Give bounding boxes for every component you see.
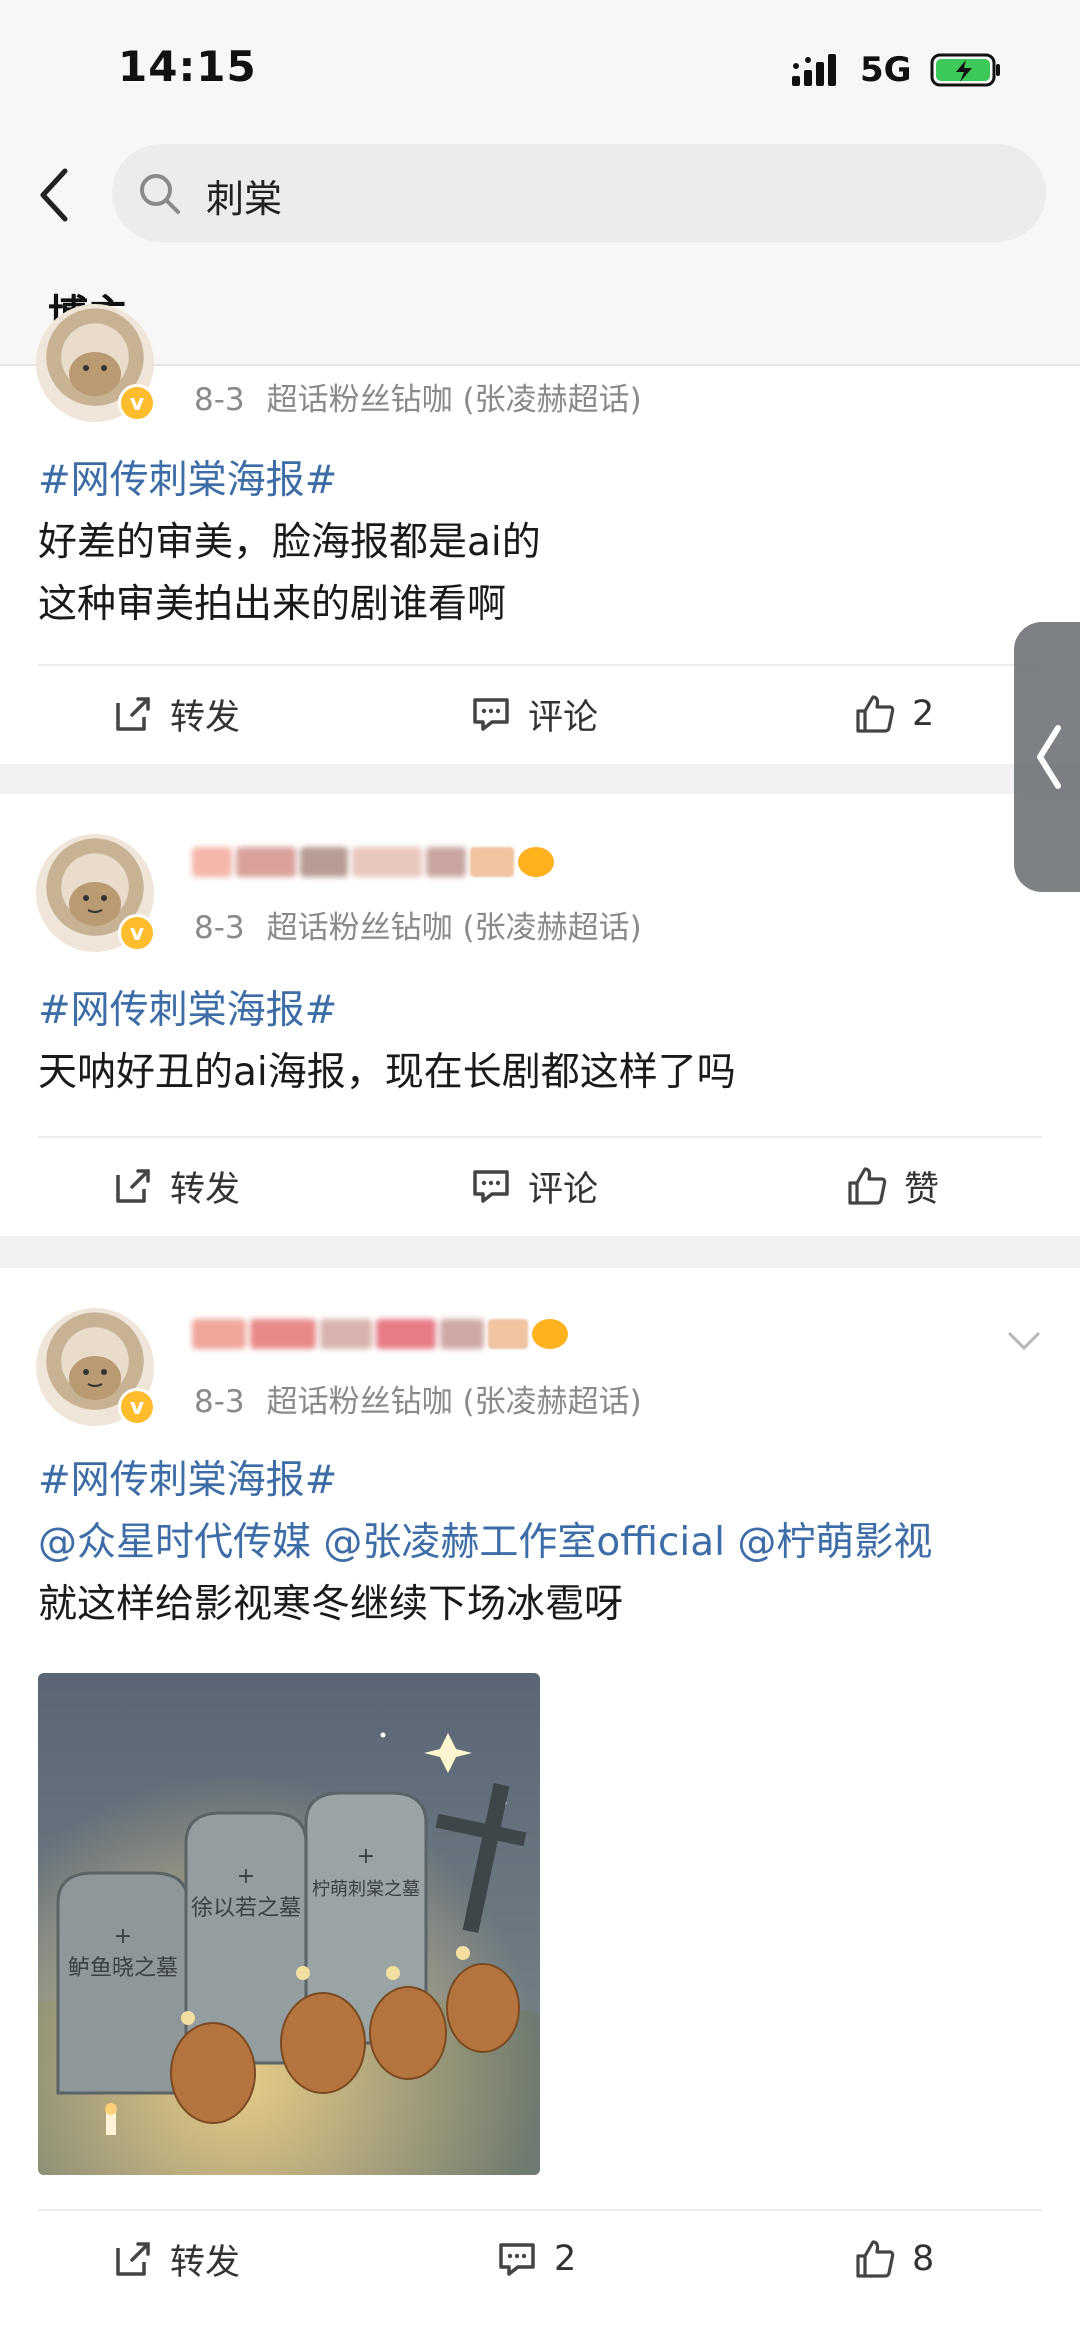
post-meta: 8-3 超话粉丝钻咖 (张凌赫超话) xyxy=(194,902,642,947)
svg-text:+: + xyxy=(237,1864,255,1889)
signal-icon xyxy=(792,54,836,86)
like-count: 2 xyxy=(912,694,935,734)
post-card[interactable]: v 8-3 超话粉丝钻咖 (张凌赫超话) #网传刺棠海报# 天呐好丑的ai海报，现… xyxy=(0,794,1080,1236)
tombstone-label-1: 鲈鱼晓之墓 xyxy=(68,1956,178,1981)
comment-button[interactable]: 2 xyxy=(496,2209,576,2309)
repost-label: 转发 xyxy=(170,2242,241,2283)
post-card[interactable]: v 8-3 超话粉丝钻咖 (张凌赫超话) #网传刺棠海报# 好差的审美，脸海报都是… xyxy=(0,304,1080,764)
mention-link[interactable]: @张凌赫工作室official xyxy=(323,1520,725,1565)
comment-button[interactable]: 评论 xyxy=(470,1136,598,1236)
like-label: 赞 xyxy=(904,1169,940,1210)
like-icon xyxy=(856,2240,895,2278)
status-time: 14:15 xyxy=(118,42,257,91)
comment-icon xyxy=(499,2243,535,2276)
comment-icon xyxy=(473,1170,509,1203)
chevron-left-icon xyxy=(1037,725,1061,789)
avatar[interactable]: v xyxy=(36,834,156,952)
post-line: 好差的审美，脸海报都是ai的 xyxy=(38,520,541,565)
svg-text:+: + xyxy=(357,1844,375,1869)
chevron-down-icon[interactable] xyxy=(1004,1326,1044,1354)
post-content: #网传刺棠海报# 好差的审美，脸海报都是ai的 这种审美拍出来的剧谁看啊 xyxy=(38,450,541,636)
topic-link[interactable]: #网传刺棠海报# xyxy=(38,980,736,1042)
repost-button[interactable]: 转发 xyxy=(112,1136,240,1236)
post-actions: 转发 2 8 xyxy=(0,2209,1080,2309)
username-blurred[interactable] xyxy=(192,840,554,884)
post-actions: 转发 评论 2 xyxy=(0,664,1080,764)
like-button[interactable]: 8 xyxy=(854,2209,934,2309)
post-content: #网传刺棠海报# 天呐好丑的ai海报，现在长剧都这样了吗 xyxy=(38,980,736,1104)
comment-label: 评论 xyxy=(528,697,599,738)
tab-bar: 博主 xyxy=(0,250,1080,366)
comment-icon xyxy=(473,698,509,731)
post-meta: 8-3 超话粉丝钻咖 (张凌赫超话) xyxy=(194,374,642,419)
search-input[interactable]: 刺棠 xyxy=(112,144,1046,242)
post-actions: 转发 评论 赞 xyxy=(0,1136,1080,1236)
graveyard-illustration: + 鲈鱼晓之墓 + 徐以若之墓 + 柠萌刺棠之墓 xyxy=(38,1673,540,2175)
repost-button[interactable]: 转发 xyxy=(112,664,240,764)
repost-button[interactable]: 转发 xyxy=(112,2209,240,2309)
verified-badge: v xyxy=(118,384,156,422)
search-query: 刺棠 xyxy=(206,177,283,221)
avatar[interactable]: v xyxy=(36,304,156,422)
verified-badge: v xyxy=(118,1388,156,1426)
topic-link[interactable]: #网传刺棠海报# xyxy=(38,1450,932,1512)
topic-link[interactable]: #网传刺棠海报# xyxy=(38,450,541,512)
network-label: 5G xyxy=(860,50,912,90)
mention-link[interactable]: @众星时代传媒 xyxy=(38,1520,311,1565)
comment-button[interactable]: 评论 xyxy=(470,664,598,764)
post-source: 超话粉丝钻咖 (张凌赫超话) xyxy=(266,910,642,946)
like-icon xyxy=(856,695,895,733)
username-blurred[interactable] xyxy=(192,1312,568,1356)
side-panel-handle[interactable] xyxy=(1014,622,1080,892)
status-bar: 14:15 5G xyxy=(0,0,1080,140)
repost-icon xyxy=(116,697,150,731)
post-source: 超话粉丝钻咖 (张凌赫超话) xyxy=(266,1384,642,1420)
like-button[interactable]: 赞 xyxy=(846,1136,939,1236)
mentions-line: @众星时代传媒 @张凌赫工作室official @柠萌影视 xyxy=(38,1512,932,1574)
repost-label: 转发 xyxy=(170,1169,241,1210)
post-meta: 8-3 超话粉丝钻咖 (张凌赫超话) xyxy=(194,1376,642,1421)
tombstone-label-2: 徐以若之墓 xyxy=(191,1896,301,1921)
repost-label: 转发 xyxy=(170,697,241,738)
search-icon xyxy=(140,174,180,214)
like-button[interactable]: 2 xyxy=(854,664,934,764)
avatar[interactable]: v xyxy=(36,1308,156,1426)
battery-charging-icon xyxy=(930,53,1000,87)
mention-link[interactable]: @柠萌影视 xyxy=(737,1520,932,1565)
comment-label: 评论 xyxy=(528,1169,599,1210)
post-content: #网传刺棠海报# @众星时代传媒 @张凌赫工作室official @柠萌影视 就… xyxy=(38,1450,932,1636)
screen: 14:15 5G 刺棠 v 8-3 超话粉丝钻咖 (张凌赫超话) #网传刺棠海报… xyxy=(0,0,1080,2337)
post-line: 天呐好丑的ai海报，现在长剧都这样了吗 xyxy=(38,1050,736,1095)
svg-text:+: + xyxy=(114,1924,132,1949)
post-date: 8-3 xyxy=(194,382,245,418)
back-button[interactable] xyxy=(28,160,80,230)
post-date: 8-3 xyxy=(194,910,245,946)
post-source: 超话粉丝钻咖 (张凌赫超话) xyxy=(266,382,642,418)
tombstone-label-3: 柠萌刺棠之墓 xyxy=(312,1879,420,1900)
post-line: 就这样给影视寒冬继续下场冰雹呀 xyxy=(38,1582,624,1627)
verified-badge: v xyxy=(118,914,156,952)
post-line: 这种审美拍出来的剧谁看啊 xyxy=(38,582,507,627)
like-count: 8 xyxy=(912,2239,935,2279)
post-card[interactable]: v 8-3 超话粉丝钻咖 (张凌赫超话) #网传刺棠海报# @众星时代传媒 @张凌… xyxy=(0,1268,1080,2337)
repost-icon xyxy=(116,1169,150,1203)
back-arrow-icon xyxy=(40,168,68,222)
comment-count: 2 xyxy=(554,2239,577,2279)
repost-icon xyxy=(116,2242,150,2276)
like-icon xyxy=(848,1167,887,1205)
post-date: 8-3 xyxy=(194,1384,245,1420)
search-header: 刺棠 xyxy=(0,140,1080,250)
post-image[interactable]: + 鲈鱼晓之墓 + 徐以若之墓 + 柠萌刺棠之墓 xyxy=(38,1673,540,2175)
